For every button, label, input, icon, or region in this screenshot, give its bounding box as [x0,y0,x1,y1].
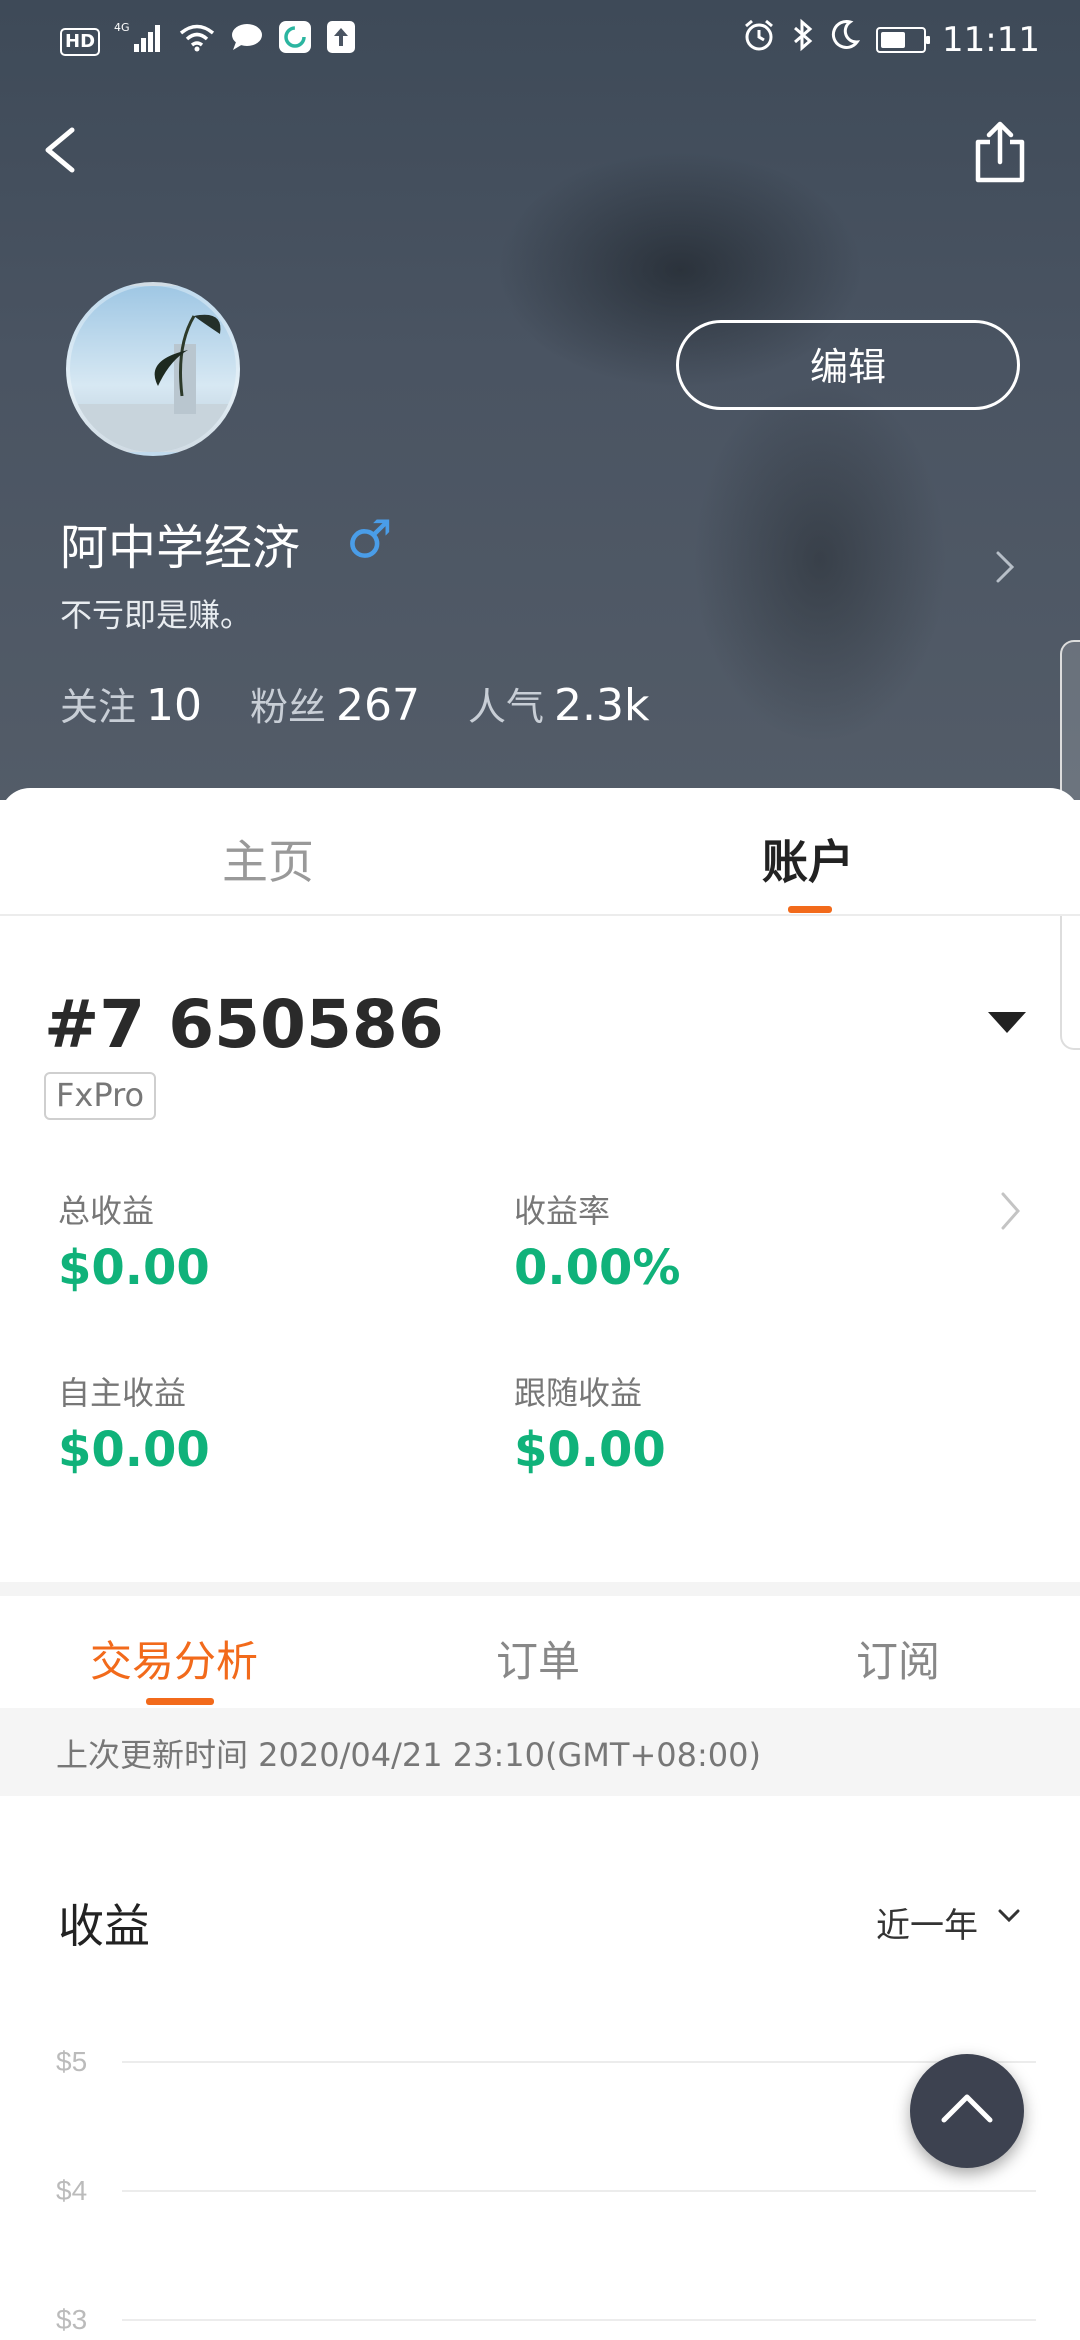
range-select[interactable]: 近一年 [876,1898,978,1947]
stat-followers[interactable]: 粉丝 267 [250,676,420,731]
battery-icon [876,26,931,53]
back-arrow-icon [45,127,75,173]
section-divider [0,1582,1080,1596]
active-subtab-indicator [146,1698,214,1705]
tab-account[interactable]: 账户 [762,826,854,892]
bluetooth-icon [792,18,814,61]
tab-subscriptions[interactable]: 订阅 [856,1628,940,1689]
do-not-disturb-moon-icon [830,18,861,61]
male-gender-icon: ♂ [346,510,393,570]
metrics-detail-chevron-icon[interactable] [998,1188,1024,1234]
profile-detail-chevron-icon[interactable] [990,545,1020,589]
chart-title: 收益 [58,1899,150,1953]
account-number: #7 650586 [44,986,444,1063]
network-type-label: 4G [114,21,130,34]
y-tick-label: $4 [56,2175,87,2206]
profile-header: HD 4G 11:11 编辑 阿中学经济 ♂ 不亏即是赚。 关注 10 粉丝 2… [0,0,1080,800]
username: 阿中学经济 [60,520,301,576]
stat-value: 267 [336,680,421,731]
user-stats: 关注 10 粉丝 267 人气 2.3k [60,676,698,731]
self-profit-value: $0.00 [58,1422,210,1478]
back-button[interactable] [38,115,88,185]
user-bio: 不亏即是赚。 [60,596,253,634]
total-profit-label: 总收益 [58,1192,155,1230]
return-rate-value: 0.00% [514,1240,681,1296]
avatar-plant-image [70,314,236,452]
update-info-bar: 上次更新时间 2020/04/21 23:10(GMT+08:00) [0,1708,1080,1796]
broker-badge: FxPro [44,1072,157,1120]
alarm-icon [742,18,776,61]
chevron-up-icon [941,2094,993,2123]
tab-trade-analysis[interactable]: 交易分析 [90,1628,258,1689]
cellular-signal-icon: 4G [114,20,164,63]
hd-icon: HD [60,27,101,56]
message-icon [230,22,264,61]
tab-home[interactable]: 主页 [222,826,314,892]
tab-orders[interactable]: 订单 [496,1628,580,1689]
avatar[interactable] [66,282,240,456]
stat-label: 关注 [60,685,137,729]
y-tick-label: $3 [56,2304,87,2335]
main-tabs: 主页 账户 [0,788,1080,916]
last-updated-text: 上次更新时间 2020/04/21 23:10(GMT+08:00) [56,1736,761,1774]
account-dropdown-icon[interactable] [988,1012,1026,1033]
stat-popularity: 人气 2.3k [468,676,649,731]
chevron-down-icon[interactable] [996,1906,1022,1926]
app-sync-icon [278,20,312,63]
share-button[interactable] [970,118,1030,188]
follow-profit-value: $0.00 [514,1422,666,1478]
stat-label: 粉丝 [250,685,327,729]
wifi-icon [178,22,216,61]
total-profit-value: $0.00 [58,1240,210,1296]
stat-label: 人气 [468,685,545,729]
scroll-to-top-button[interactable] [910,2054,1024,2168]
stat-value: 10 [146,680,203,731]
share-icon [975,121,1025,183]
active-tab-indicator [788,906,832,913]
edit-profile-button[interactable]: 编辑 [676,320,1020,410]
return-rate-label: 收益率 [514,1192,611,1230]
upload-icon [326,20,356,63]
clock-time: 11:11 [942,19,1040,60]
follow-profit-label: 跟随收益 [514,1374,643,1412]
status-bar: HD 4G 11:11 [0,0,1080,76]
stat-following[interactable]: 关注 10 [60,676,202,731]
stat-value: 2.3k [554,680,650,731]
y-tick-label: $5 [56,2046,87,2077]
self-profit-label: 自主收益 [58,1374,187,1412]
